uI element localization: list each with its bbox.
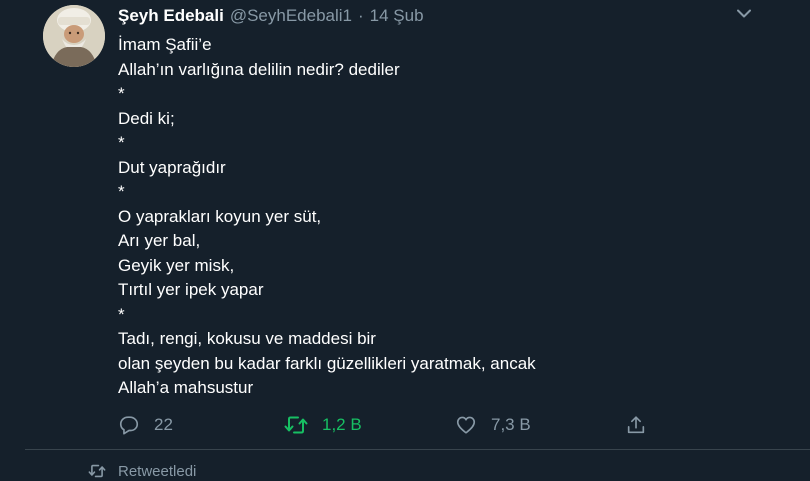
tweet-header: Şeyh Edebali @SeyhEdebali1 · 14 Şub [118, 5, 424, 27]
separator-dot: · [358, 6, 364, 25]
tweet-text-line: olan şeyden bu kadar farklı güzellikleri… [118, 353, 536, 373]
tweet-text-line: Tadı, rengi, kokusu ve maddesi bir [118, 329, 376, 348]
like-button[interactable]: 7,3 B [455, 410, 531, 440]
avatar-portrait-image [43, 5, 105, 67]
like-count: 7,3 B [491, 415, 531, 434]
retweet-icon [284, 416, 308, 434]
retweet-icon [88, 464, 106, 478]
tweet-text-line: O yaprakları koyun yer süt, [118, 206, 322, 226]
reply-icon [119, 416, 139, 435]
tweet-date[interactable]: 14 Şub [370, 6, 424, 26]
share-icon [627, 416, 645, 434]
tweet-text-line: * [118, 182, 125, 201]
tweet-text-line: Dedi ki; [118, 108, 175, 128]
tweet-text-line: * [118, 84, 125, 103]
tweet-text-line: Allah’a mahsustur [118, 378, 254, 397]
heart-icon [456, 416, 476, 434]
more-options-button[interactable] [733, 5, 755, 21]
reply-count: 22 [154, 415, 173, 434]
avatar[interactable] [43, 5, 105, 67]
retweet-button[interactable]: 1,2 B [284, 410, 362, 440]
tweet-text-line: Tırtıl yer ipek yapar [118, 280, 264, 299]
tweet[interactable]: Şeyh Edebali @SeyhEdebali1 · 14 Şub İmam… [0, 0, 810, 480]
tweet-text-line: Arı yer bal, [118, 231, 201, 250]
chevron-down-icon [737, 9, 751, 17]
tweet-text-line: İmam Şafii’e [118, 35, 212, 54]
reply-button[interactable]: 22 [118, 410, 173, 440]
retweet-count: 1,2 B [322, 415, 362, 434]
author-name[interactable]: Şeyh Edebali [118, 6, 224, 26]
tweet-text-line: * [118, 133, 125, 152]
share-button[interactable] [625, 410, 647, 440]
author-handle[interactable]: @SeyhEdebali1 [230, 6, 352, 26]
tweet-text-line: Geyik yer misk, [118, 255, 235, 275]
retweeted-label: Retweetledi [118, 462, 197, 480]
divider [25, 449, 810, 450]
retweeted-indicator[interactable]: Retweetledi [88, 461, 196, 481]
tweet-text-line: * [118, 304, 125, 324]
tweet-actions: 22 1,2 B 7,3 B [118, 410, 658, 440]
tweet-text: İmam Şafii’e Allah’ın varlığına delilin … [118, 33, 758, 401]
tweet-text-line: Allah’ın varlığına delilin nedir? dedile… [118, 59, 400, 79]
tweet-text-line: Dut yaprağıdır [118, 157, 226, 177]
